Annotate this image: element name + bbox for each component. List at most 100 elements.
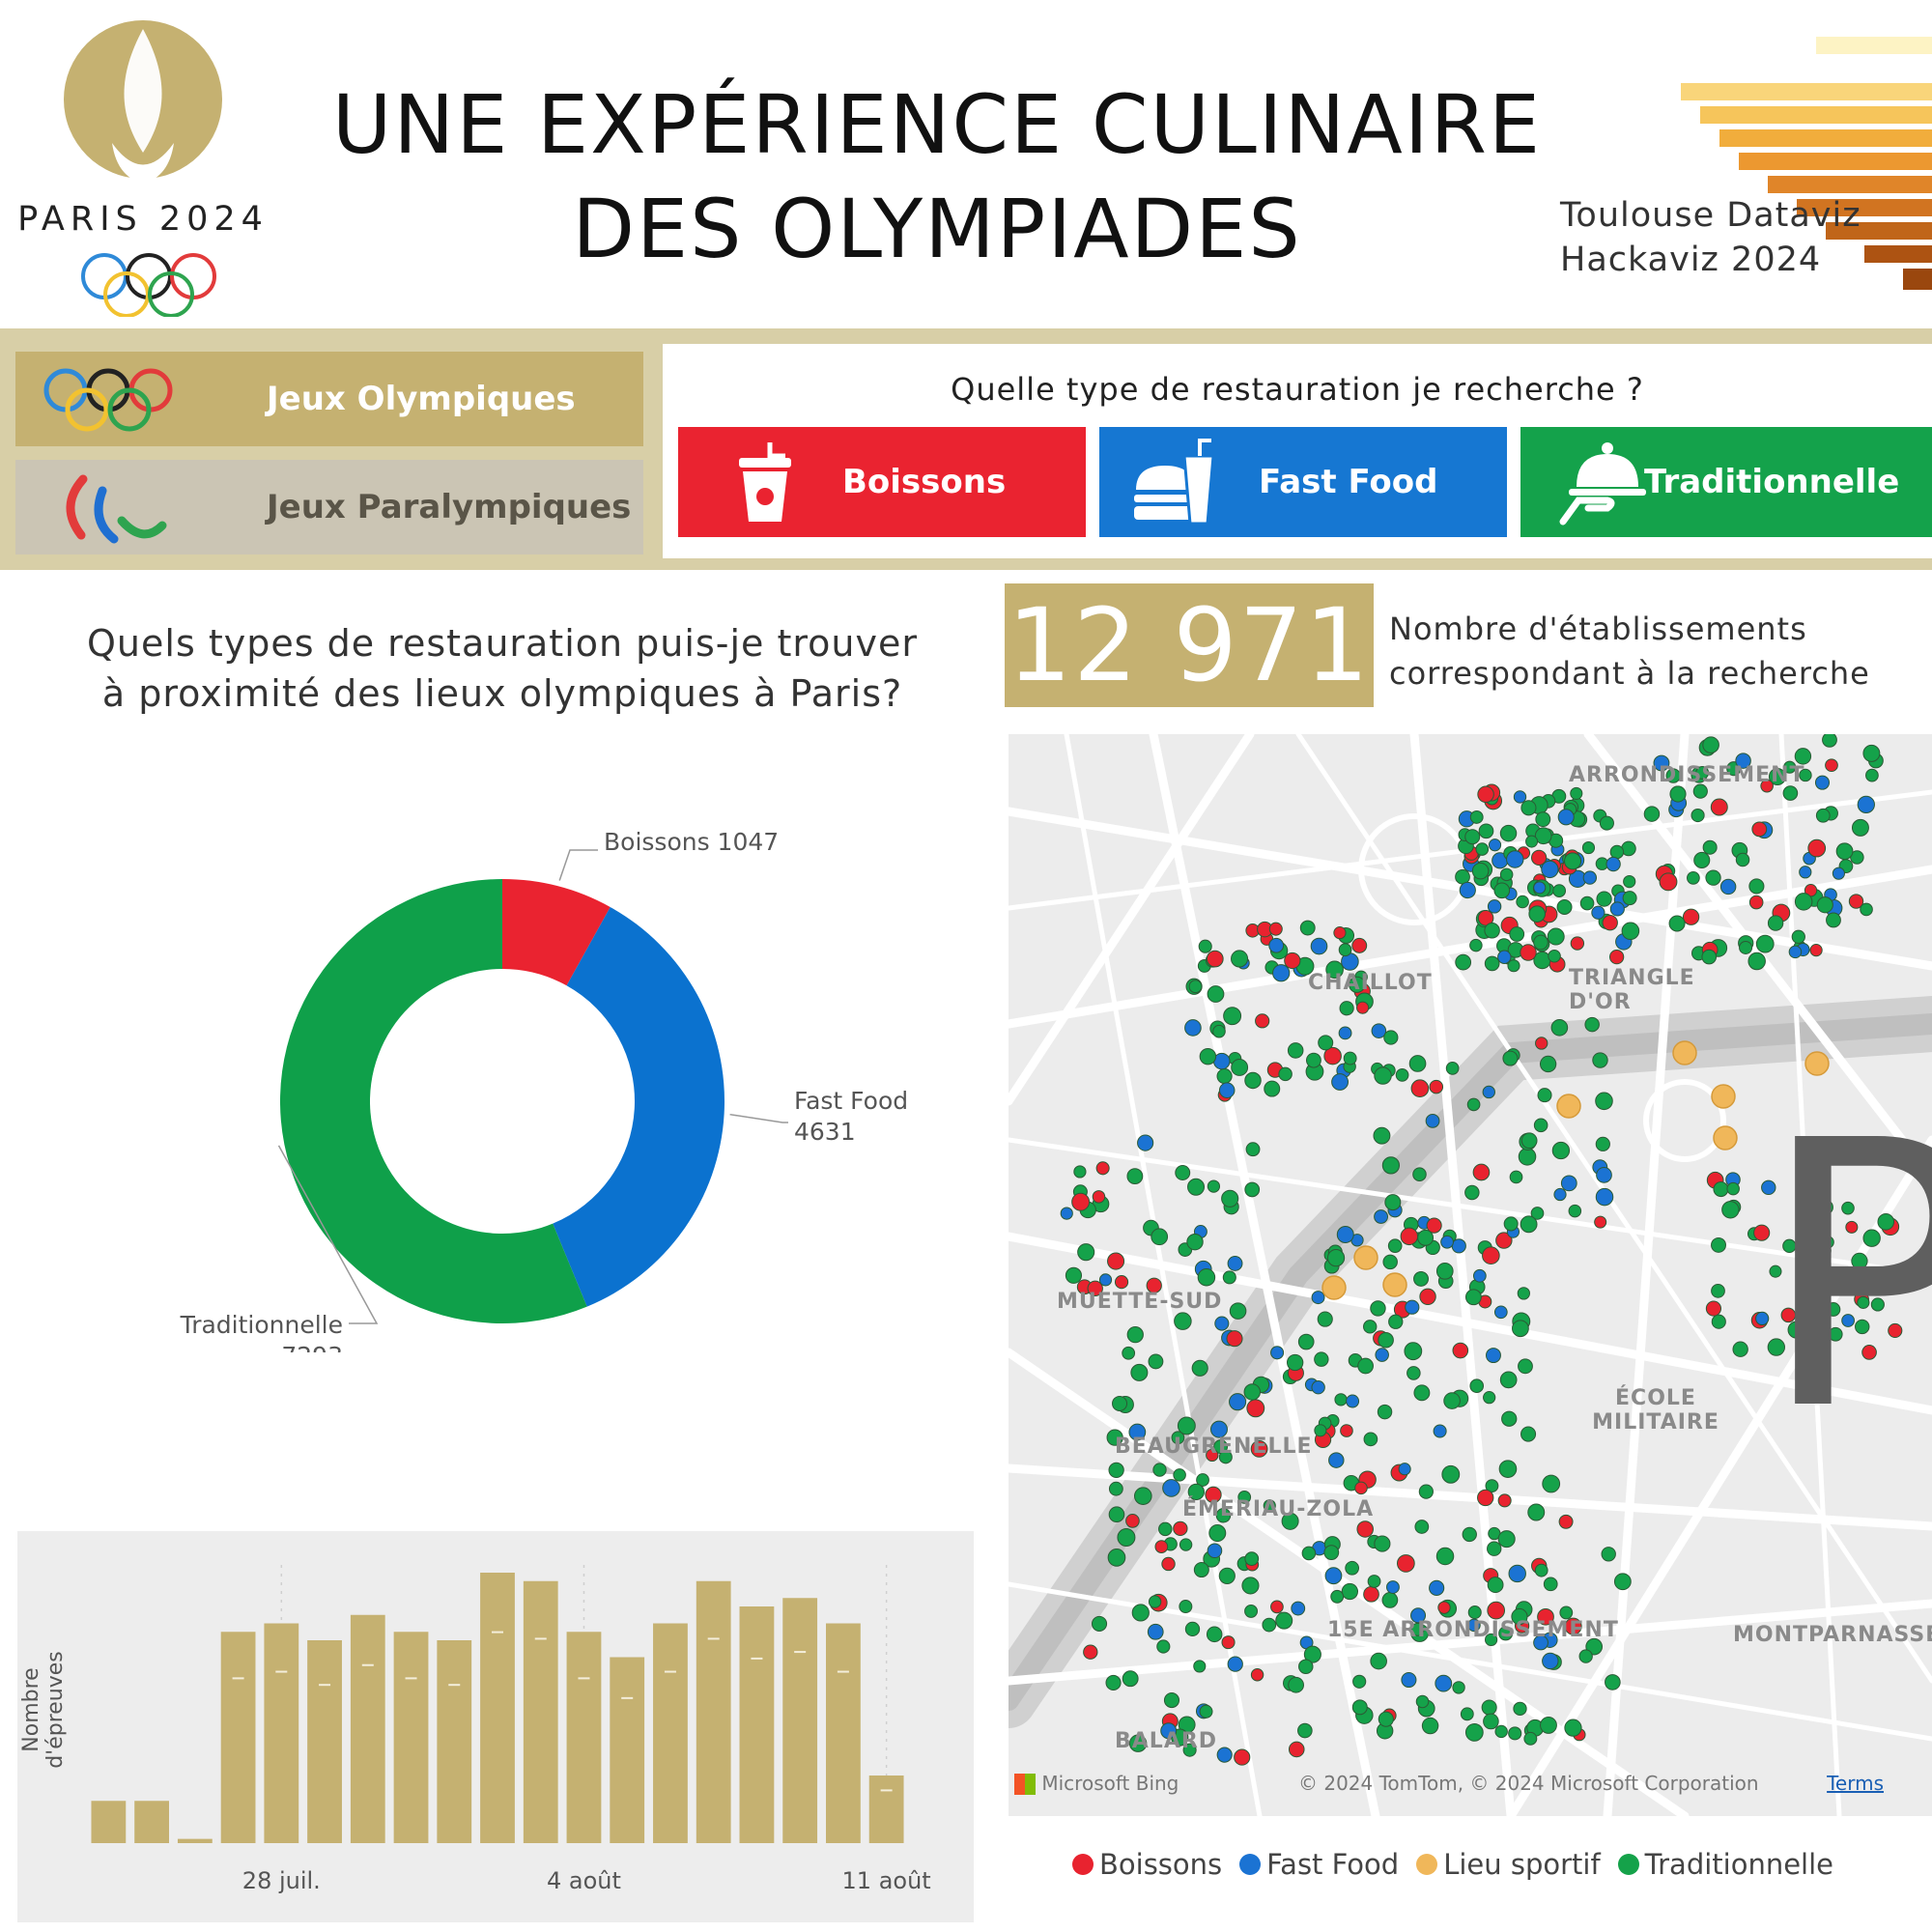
map-point[interactable] (1214, 1316, 1230, 1331)
map-point[interactable] (1701, 949, 1718, 965)
map-point[interactable] (1460, 1707, 1474, 1721)
map-point[interactable] (1534, 1563, 1548, 1577)
map-point[interactable] (1791, 929, 1805, 944)
map-point[interactable] (1396, 1554, 1415, 1573)
map-point[interactable] (1687, 870, 1700, 885)
map-point[interactable] (1091, 1615, 1108, 1632)
map-point[interactable] (1459, 881, 1476, 899)
map-point[interactable] (1815, 808, 1831, 823)
map-point[interactable] (1499, 1371, 1518, 1389)
map-point[interactable] (1578, 1649, 1593, 1663)
map-point[interactable] (1508, 1564, 1526, 1583)
map-venue-point[interactable] (1713, 1125, 1738, 1151)
map-point[interactable] (1314, 1424, 1327, 1437)
map-point[interactable] (1602, 914, 1618, 931)
map-point[interactable] (1268, 937, 1285, 953)
map-point[interactable] (1494, 1724, 1508, 1739)
map-point[interactable] (1608, 949, 1625, 965)
map-point[interactable] (1822, 734, 1837, 748)
map-point[interactable] (1543, 1577, 1558, 1592)
map-point[interactable] (1433, 1424, 1447, 1438)
map-point[interactable] (1693, 851, 1711, 868)
map-point[interactable] (1173, 1520, 1188, 1536)
map-point[interactable] (1547, 927, 1565, 946)
map-point[interactable] (1539, 1055, 1557, 1073)
map-point[interactable] (1125, 1514, 1140, 1528)
map-point[interactable] (1152, 1463, 1167, 1477)
map-point[interactable] (1702, 839, 1718, 855)
map-point[interactable] (1518, 1148, 1537, 1166)
map-point[interactable] (1343, 1051, 1357, 1065)
map-point[interactable] (1227, 1255, 1243, 1271)
map-point[interactable] (1483, 1391, 1496, 1405)
map-point[interactable] (1782, 785, 1799, 801)
map-point[interactable] (1363, 1320, 1378, 1334)
map-point[interactable] (1507, 959, 1520, 973)
map-point[interactable] (1363, 1586, 1379, 1603)
map-point[interactable] (1710, 798, 1728, 816)
map-point[interactable] (1525, 835, 1539, 848)
map-point[interactable] (1244, 1551, 1260, 1566)
map-point[interactable] (1484, 955, 1500, 972)
map-point[interactable] (1356, 1001, 1370, 1014)
map-point[interactable] (1466, 1097, 1481, 1112)
map-point[interactable] (1527, 1503, 1546, 1521)
map-point[interactable] (1227, 1656, 1243, 1672)
map-point[interactable] (1508, 1726, 1522, 1741)
map-point[interactable] (1324, 1567, 1343, 1585)
map-point[interactable] (1732, 1341, 1748, 1357)
legend-item-lieu-sportif[interactable]: Lieu sportif (1416, 1848, 1601, 1881)
map-point[interactable] (1268, 922, 1283, 936)
map-point[interactable] (1148, 1353, 1164, 1370)
map-point[interactable] (1122, 1346, 1136, 1360)
map-point[interactable] (1482, 1085, 1495, 1099)
map-point[interactable] (1317, 1311, 1333, 1327)
map-point[interactable] (1301, 1546, 1317, 1561)
map-venue-point[interactable] (1321, 1275, 1347, 1300)
map-point[interactable] (1477, 785, 1494, 804)
map-point[interactable] (1622, 891, 1637, 906)
map-point[interactable] (1462, 1526, 1477, 1543)
map-point[interactable] (1471, 862, 1490, 880)
map-point[interactable] (1523, 1731, 1538, 1746)
map-point[interactable] (1175, 1165, 1191, 1180)
event-count-bar[interactable] (826, 1623, 861, 1844)
map-point[interactable] (1487, 1601, 1506, 1620)
map-point[interactable] (1386, 1580, 1400, 1594)
map-point[interactable] (1216, 1747, 1233, 1763)
map-point[interactable] (1483, 1713, 1499, 1730)
map-point[interactable] (1363, 1432, 1378, 1447)
map-point[interactable] (1520, 800, 1537, 816)
map-point[interactable] (1179, 1600, 1193, 1614)
map-point[interactable] (1198, 939, 1212, 953)
map-point[interactable] (1413, 1270, 1429, 1287)
map-point[interactable] (1581, 841, 1596, 855)
map-point[interactable] (1445, 1062, 1460, 1075)
map-point[interactable] (1596, 1167, 1612, 1183)
map-point[interactable] (1114, 1275, 1129, 1290)
map-point[interactable] (1193, 1660, 1207, 1673)
map-point[interactable] (1381, 1592, 1399, 1608)
map-point[interactable] (1250, 1668, 1264, 1682)
map-point[interactable] (1469, 810, 1484, 824)
map-point[interactable] (1503, 1216, 1519, 1232)
map-point[interactable] (1509, 926, 1525, 942)
legend-item-fastfood[interactable]: Fast Food (1239, 1848, 1399, 1881)
map-point[interactable] (1186, 1233, 1204, 1251)
fastfood-button[interactable]: Fast Food (1099, 427, 1507, 537)
map-point[interactable] (1404, 1342, 1423, 1361)
map-point[interactable] (1493, 1305, 1508, 1320)
map-point[interactable] (1071, 1192, 1091, 1211)
map-point[interactable] (1311, 1380, 1325, 1395)
map-point[interactable] (1452, 1342, 1469, 1359)
map-point[interactable] (1352, 1674, 1367, 1689)
map-point[interactable] (1851, 818, 1869, 837)
map-point[interactable] (1591, 905, 1605, 920)
map-point[interactable] (1755, 934, 1775, 953)
map-point[interactable] (1832, 867, 1845, 880)
map-point[interactable] (1493, 882, 1511, 899)
map-point[interactable] (1199, 1704, 1213, 1719)
map-point[interactable] (1599, 815, 1614, 831)
map-point[interactable] (1751, 821, 1768, 838)
map-point[interactable] (1231, 1059, 1249, 1076)
